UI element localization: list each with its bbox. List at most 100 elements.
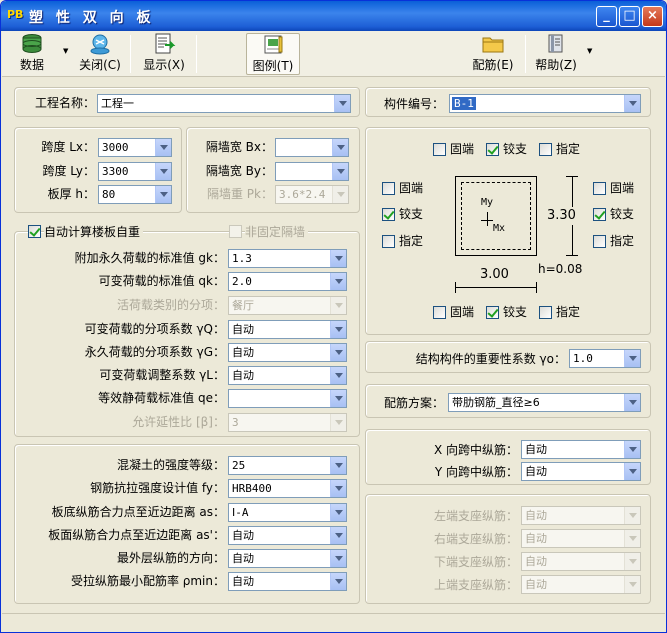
chevron-down-icon[interactable]	[624, 394, 640, 411]
material-panel: 混凝土的强度等级： 25 钢筋抗拉强度设计值 fy： HRB400 板底纵筋合力…	[14, 444, 360, 604]
project-name-combo[interactable]: 工程一	[97, 94, 351, 113]
span-lx-combo[interactable]: 3000	[98, 138, 172, 157]
bottom-pinned-checkbox[interactable]	[486, 306, 499, 319]
title-bar[interactable]: PB 塑 性 双 向 板 _ □ ×	[1, 1, 666, 31]
top-pinned-checkbox[interactable]	[486, 143, 499, 156]
chevron-down-icon[interactable]	[624, 95, 640, 112]
chevron-down-icon[interactable]	[155, 163, 171, 180]
display-button[interactable]: 显示(X)	[140, 33, 188, 75]
chevron-down-icon[interactable]	[155, 139, 171, 156]
left-specified-label: 指定	[399, 234, 424, 248]
steel-fy-combo[interactable]: HRB400	[228, 479, 347, 498]
dim-y-tick-top	[566, 176, 578, 177]
close-window-button[interactable]: ×	[642, 6, 663, 27]
chevron-down-icon[interactable]	[330, 457, 346, 474]
chevron-down-icon[interactable]	[332, 163, 348, 180]
thickness-combo[interactable]: 80	[98, 185, 172, 204]
toolbar-separator	[196, 35, 197, 73]
bottom-specified-checkbox[interactable]	[539, 306, 552, 319]
auto-self-weight-checkbox[interactable]	[28, 225, 41, 238]
top-support-bar-combo: 自动	[521, 575, 641, 594]
wall-width-bx-combo[interactable]	[275, 138, 349, 157]
wall-panel: 隔墙宽 Bx： 隔墙宽 By： 隔墙重 Pk： 3.6*2.4	[186, 127, 360, 213]
thickness-dim-value: h=0.08	[538, 262, 583, 276]
data-button-label: 数据	[19, 58, 44, 72]
min-ratio-combo[interactable]: 自动	[228, 572, 347, 591]
legend-chart-icon	[264, 35, 283, 54]
left-fixed-checkbox[interactable]	[382, 182, 395, 195]
bottom-support-bar-value: 自动	[525, 555, 547, 568]
chevron-down-icon[interactable]	[330, 527, 346, 544]
qe-combo[interactable]	[228, 389, 347, 408]
chevron-down-icon[interactable]	[330, 550, 346, 567]
chevron-down-icon[interactable]	[330, 367, 346, 384]
outer-bar-direction-combo[interactable]: 自动	[228, 549, 347, 568]
chevron-down-icon[interactable]	[330, 250, 346, 267]
bottom-cover-combo[interactable]: Ⅰ-A	[228, 503, 347, 522]
help-dropdown-arrow[interactable]: ▼	[587, 47, 592, 55]
gamma-l-combo[interactable]: 自动	[228, 366, 347, 385]
qe-label: 等效静荷载标准值 qe：	[98, 391, 225, 405]
concrete-grade-value: 25	[232, 459, 246, 472]
gamma-q-combo[interactable]: 自动	[228, 320, 347, 339]
legend-button[interactable]: 图例(T)	[246, 33, 300, 75]
gamma-g-combo[interactable]: 自动	[228, 343, 347, 362]
bottom-fixed-checkbox[interactable]	[433, 306, 446, 319]
gamma-g-value: 自动	[232, 346, 254, 359]
right-specified-checkbox[interactable]	[593, 235, 606, 248]
bottom-support-bar-combo: 自动	[521, 552, 641, 571]
left-pinned-checkbox[interactable]	[382, 208, 395, 221]
top-cover-label: 板面纵筋合力点至近边距离 as'：	[48, 528, 225, 542]
top-pinned-label: 铰支	[503, 142, 528, 156]
chevron-down-icon[interactable]	[330, 273, 346, 290]
chevron-down-icon[interactable]	[330, 480, 346, 497]
auto-self-weight-label: 自动计算楼板自重	[44, 223, 144, 241]
ductility-value: 3	[232, 416, 239, 429]
top-cover-combo[interactable]: 自动	[228, 526, 347, 545]
right-fixed-checkbox[interactable]	[593, 182, 606, 195]
right-pinned-checkbox[interactable]	[593, 208, 606, 221]
gk-combo[interactable]: 1.3	[228, 249, 347, 268]
window-title: 塑 性 双 向 板	[29, 10, 155, 26]
top-fixed-checkbox[interactable]	[433, 143, 446, 156]
chevron-down-icon[interactable]	[330, 344, 346, 361]
qk-combo[interactable]: 2.0	[228, 272, 347, 291]
span-ly-combo[interactable]: 3300	[98, 162, 172, 181]
concrete-grade-combo[interactable]: 25	[228, 456, 347, 475]
chevron-down-icon	[330, 414, 346, 431]
importance-combo[interactable]: 1.0	[569, 349, 641, 368]
left-support-bar-value: 自动	[525, 509, 547, 522]
left-specified-checkbox[interactable]	[382, 235, 395, 248]
y-midspan-combo[interactable]: 自动	[521, 462, 641, 481]
data-button[interactable]: 数据	[14, 33, 50, 75]
wall-width-by-combo[interactable]	[275, 162, 349, 181]
member-number-combo[interactable]: B-1	[449, 94, 641, 113]
chevron-down-icon[interactable]	[624, 463, 640, 480]
member-number-value: B-1	[452, 97, 476, 110]
maximize-button[interactable]: □	[619, 6, 640, 27]
chevron-down-icon[interactable]	[624, 441, 640, 458]
rebar-scheme-combo[interactable]: 带肋钢筋_直径≥6	[448, 393, 641, 412]
chevron-down-icon[interactable]	[330, 504, 346, 521]
close-button[interactable]: 关闭(C)	[76, 33, 124, 75]
chevron-down-icon[interactable]	[155, 186, 171, 203]
y-midspan-label: Y 向跨中纵筋：	[434, 465, 518, 479]
chevron-down-icon[interactable]	[330, 390, 346, 407]
chevron-down-icon[interactable]	[332, 139, 348, 156]
dimensions-panel: 跨度 Lx： 3000 跨度 Ly： 3300 板厚 h： 80	[14, 127, 182, 213]
chevron-down-icon[interactable]	[330, 573, 346, 590]
chevron-down-icon[interactable]	[330, 321, 346, 338]
span-ly-label: 跨度 Ly：	[42, 164, 95, 178]
x-midspan-combo[interactable]: 自动	[521, 440, 641, 459]
top-specified-checkbox[interactable]	[539, 143, 552, 156]
chevron-down-icon[interactable]	[334, 95, 350, 112]
chevron-down-icon[interactable]	[624, 350, 640, 367]
close-button-label: 关闭(C)	[79, 58, 121, 72]
rebar-scheme-label: 配筋方案：	[384, 396, 445, 410]
right-support-bar-label: 右端支座纵筋：	[433, 532, 518, 546]
help-book-icon	[548, 34, 563, 53]
help-button[interactable]: 帮助(Z)	[532, 33, 580, 75]
minimize-button[interactable]: _	[596, 6, 617, 27]
data-dropdown-arrow[interactable]: ▼	[63, 47, 68, 55]
rebar-button[interactable]: 配筋(E)	[469, 33, 517, 75]
